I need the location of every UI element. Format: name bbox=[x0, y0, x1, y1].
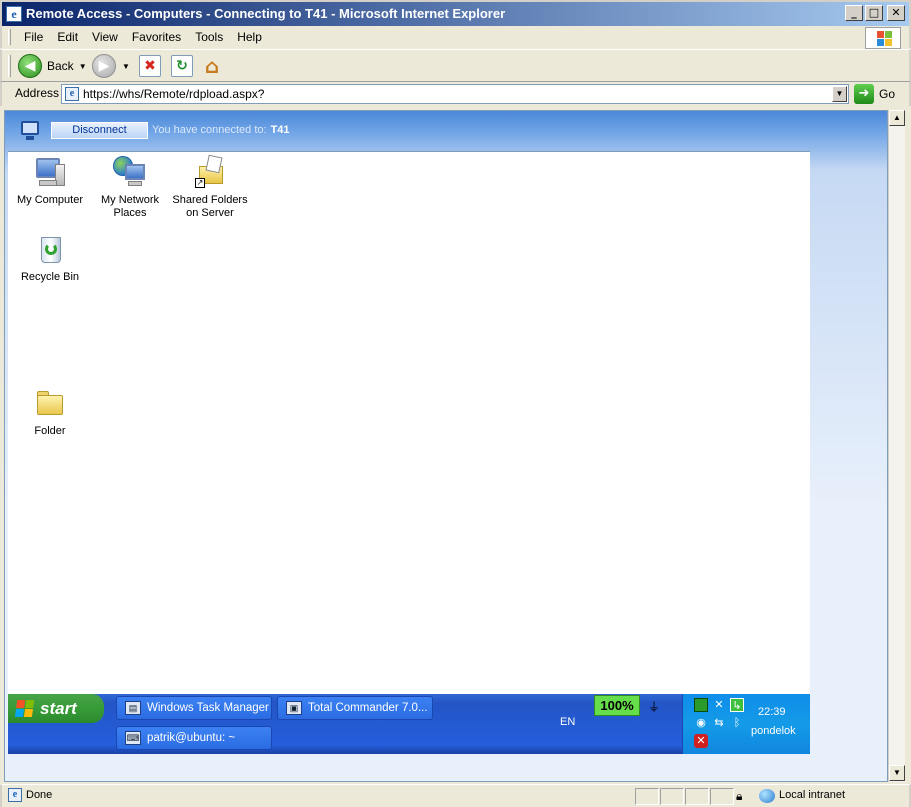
connected-status: You have connected to: bbox=[152, 124, 267, 136]
minimize-button[interactable]: _ bbox=[845, 5, 863, 21]
menu-view[interactable]: View bbox=[85, 30, 125, 44]
ie-icon: e bbox=[6, 6, 22, 22]
icon-label: Folder bbox=[34, 425, 66, 437]
desktop-icon-recycle-bin[interactable]: Recycle Bin bbox=[10, 233, 90, 284]
scroll-up-icon[interactable]: ▲ bbox=[889, 110, 905, 126]
address-dropdown-icon[interactable]: ▼ bbox=[832, 86, 847, 102]
start-label: start bbox=[40, 698, 77, 718]
network-places-icon bbox=[113, 156, 147, 190]
refresh-icon[interactable]: ↻ bbox=[171, 55, 193, 77]
back-arrow-icon: ◀ bbox=[18, 54, 42, 78]
security-shield-icon[interactable]: ✕ bbox=[694, 734, 708, 748]
desktop-icon-my-computer[interactable]: My Computer bbox=[10, 156, 90, 207]
task-label: Windows Task Manager bbox=[147, 702, 269, 714]
icon-label: Shared Folders on Server bbox=[172, 194, 248, 219]
page-content: Disconnect You have connected to: T41 My… bbox=[4, 110, 888, 782]
forward-button[interactable]: ▶ ▼ bbox=[92, 54, 130, 78]
go-button[interactable]: ➜ Go bbox=[854, 84, 895, 104]
menu-file[interactable]: File bbox=[18, 30, 50, 44]
safely-remove-icon[interactable]: ↳ bbox=[730, 698, 744, 712]
desktop-icon-network[interactable]: My Network Places bbox=[90, 156, 170, 220]
clock[interactable]: 22:39 bbox=[758, 706, 786, 718]
address-input[interactable]: e https://whs/Remote/rdpload.aspx? ▼ bbox=[61, 84, 849, 104]
status-panel bbox=[660, 788, 684, 805]
toolbar: ◀ Back ▼ ▶ ▼ ✖ ↻ ⌂ bbox=[0, 49, 911, 82]
connected-host: T41 bbox=[270, 124, 290, 136]
stop-icon[interactable]: ✖ bbox=[139, 55, 161, 77]
desktop-icon-folder[interactable]: Folder bbox=[10, 387, 90, 438]
menu-grip[interactable] bbox=[8, 29, 11, 45]
status-text: Done bbox=[26, 789, 53, 801]
bluetooth-icon[interactable]: ᛒ bbox=[730, 716, 744, 730]
network-disconnected-icon[interactable]: ✕ bbox=[712, 698, 726, 712]
my-computer-icon bbox=[33, 156, 67, 190]
language-indicator[interactable]: EN bbox=[560, 716, 575, 728]
forward-dropdown-icon[interactable]: ▼ bbox=[122, 62, 130, 71]
recycle-bin-icon bbox=[33, 233, 67, 267]
battery-indicator[interactable]: 100% bbox=[594, 695, 640, 716]
taskbar: start ▤ Windows Task Manager ▣ Total Com… bbox=[8, 694, 810, 754]
window-controls: _ □ ✕ bbox=[845, 5, 905, 21]
remote-desktop[interactable]: My Computer My Network Places ↗ Shared F… bbox=[8, 151, 810, 695]
icon-label: My Network Places bbox=[100, 194, 160, 219]
taskbar-item-task-manager[interactable]: ▤ Windows Task Manager bbox=[116, 696, 272, 720]
disconnect-button[interactable]: Disconnect bbox=[51, 121, 148, 139]
status-bar: e Done 🔒︎ Local intranet bbox=[0, 784, 911, 807]
floppy-disk-icon: ▣ bbox=[286, 701, 302, 715]
go-arrow-icon: ➜ bbox=[854, 84, 874, 104]
home-icon[interactable]: ⌂ bbox=[201, 54, 223, 78]
day-label: pondelok bbox=[751, 725, 796, 737]
page-icon: e bbox=[65, 87, 79, 101]
system-tray: ✕ ↳ ◉ ⇆ ᛒ ✕ 22:39 pondelok bbox=[682, 694, 810, 754]
shared-folders-icon: ↗ bbox=[193, 154, 227, 190]
volume-icon[interactable]: ◉ bbox=[694, 716, 708, 730]
sync-icon[interactable]: ⇆ bbox=[712, 716, 726, 730]
icon-label: My Computer bbox=[16, 194, 84, 206]
go-label: Go bbox=[879, 87, 896, 101]
page-status-icon: e bbox=[8, 788, 22, 802]
taskbar-item-terminal[interactable]: ⌨ patrik@ubuntu: ~ bbox=[116, 726, 272, 750]
menu-tools[interactable]: Tools bbox=[188, 30, 230, 44]
toolbar-grip[interactable] bbox=[8, 55, 11, 77]
windows-flag-icon bbox=[14, 699, 36, 718]
title-bar[interactable]: e Remote Access - Computers - Connecting… bbox=[0, 0, 911, 26]
menu-help[interactable]: Help bbox=[230, 30, 269, 44]
icon-label: Recycle Bin bbox=[20, 271, 80, 283]
folder-icon bbox=[33, 387, 67, 421]
lock-icon[interactable]: 🔒︎ bbox=[736, 789, 742, 804]
address-url[interactable]: https://whs/Remote/rdpload.aspx? bbox=[83, 87, 264, 101]
maximize-button[interactable]: □ bbox=[865, 5, 883, 21]
address-label: Address bbox=[15, 86, 60, 100]
back-button[interactable]: ◀ Back ▼ bbox=[18, 54, 87, 78]
status-panel bbox=[685, 788, 709, 805]
menu-edit[interactable]: Edit bbox=[50, 30, 85, 44]
vertical-scrollbar[interactable]: ▲ ▼ bbox=[888, 110, 905, 782]
start-button[interactable]: start bbox=[8, 694, 104, 723]
intranet-zone-icon bbox=[759, 789, 775, 803]
security-zone[interactable]: Local intranet bbox=[779, 789, 845, 801]
address-bar: Address e https://whs/Remote/rdpload.asp… bbox=[0, 82, 911, 106]
rdp-header: Disconnect You have connected to: T41 bbox=[15, 117, 290, 143]
scroll-down-icon[interactable]: ▼ bbox=[889, 765, 905, 781]
task-label: Total Commander 7.0... bbox=[308, 702, 428, 714]
windows-logo-icon bbox=[865, 27, 901, 49]
back-label: Back bbox=[47, 59, 74, 73]
close-button[interactable]: ✕ bbox=[887, 5, 905, 21]
status-panel bbox=[710, 788, 734, 805]
window-title: Remote Access - Computers - Connecting t… bbox=[26, 6, 506, 21]
network-activity-icon[interactable] bbox=[694, 698, 708, 712]
status-panel bbox=[635, 788, 659, 805]
menu-bar: File Edit View Favorites Tools Help bbox=[0, 26, 911, 49]
task-manager-icon: ▤ bbox=[125, 701, 141, 715]
menu-favorites[interactable]: Favorites bbox=[125, 30, 188, 44]
taskbar-item-total-commander[interactable]: ▣ Total Commander 7.0... bbox=[277, 696, 433, 720]
back-dropdown-icon[interactable]: ▼ bbox=[79, 62, 87, 71]
task-label: patrik@ubuntu: ~ bbox=[147, 732, 236, 744]
putty-icon: ⌨ bbox=[125, 731, 141, 745]
remote-desktop-icon bbox=[15, 117, 43, 143]
power-plug-icon[interactable]: ⏚ bbox=[648, 698, 660, 715]
desktop-icon-shared-folders[interactable]: ↗ Shared Folders on Server bbox=[170, 154, 250, 220]
forward-arrow-icon: ▶ bbox=[92, 54, 116, 78]
